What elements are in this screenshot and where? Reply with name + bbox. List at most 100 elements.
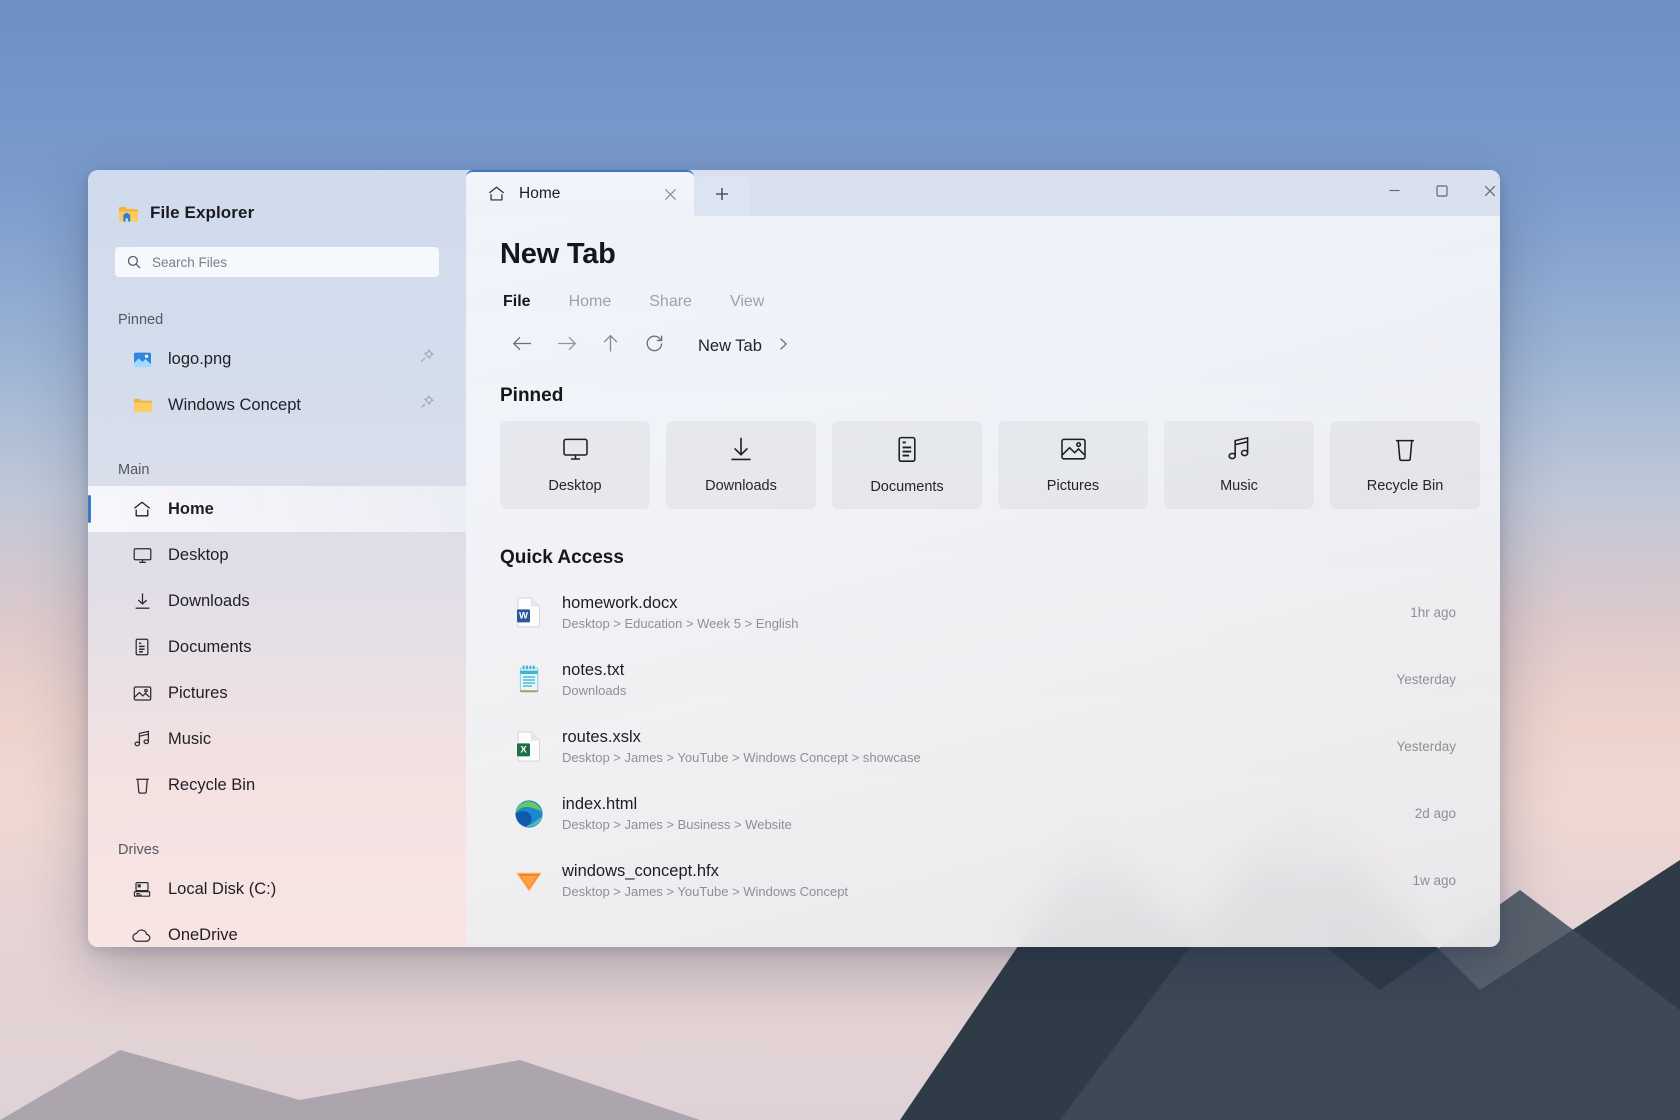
close-icon[interactable] xyxy=(663,187,678,202)
file-path: Desktop > James > Business > Website xyxy=(562,817,792,832)
file-time: Yesterday xyxy=(1396,739,1456,754)
sidebar-section-drives: Drives Local Disk (C:) OneDrive xyxy=(88,842,466,947)
tile-recycle-bin[interactable]: Recycle Bin xyxy=(1330,421,1480,509)
svg-text:W: W xyxy=(519,611,528,622)
sidebar-item-label: Downloads xyxy=(168,591,250,610)
excel-file-icon: X xyxy=(514,730,544,764)
sidebar-item-label: Local Disk (C:) xyxy=(168,879,277,898)
ribbon-tab-share[interactable]: Share xyxy=(649,293,692,311)
sidebar-section-label: Drives xyxy=(118,842,160,858)
tab-home[interactable]: Home xyxy=(466,170,694,216)
file-name: index.html xyxy=(562,795,638,813)
tab-strip: Home xyxy=(466,170,1500,216)
tile-label: Pictures xyxy=(1046,477,1100,494)
sidebar-item-windows-concept[interactable]: Windows Concept xyxy=(88,382,466,428)
sidebar-item-home[interactable]: Home xyxy=(88,486,466,532)
sidebar-item-label: Recycle Bin xyxy=(168,775,256,794)
file-name: windows_concept.hfx xyxy=(562,862,719,880)
home-icon xyxy=(488,186,505,202)
list-item[interactable]: notes.txt Downloads Yesterday xyxy=(500,646,1480,713)
sidebar-item-downloads[interactable]: Downloads xyxy=(88,578,466,624)
list-item[interactable]: W homework.docx Desktop > Education > We… xyxy=(500,579,1480,646)
word-file-icon: W xyxy=(514,596,544,630)
list-item[interactable]: windows_concept.hfx Desktop > James > Yo… xyxy=(500,847,1480,914)
list-item[interactable]: X routes.xslx Desktop > James > YouTube … xyxy=(500,713,1480,780)
maximize-icon xyxy=(1435,184,1449,203)
ribbon-menu: File Home Share View xyxy=(500,293,1480,311)
tile-label: Documents xyxy=(870,478,944,495)
forward-button[interactable] xyxy=(544,326,588,366)
trash-icon xyxy=(1393,436,1417,467)
file-time: Yesterday xyxy=(1396,672,1456,687)
trash-icon xyxy=(132,776,152,794)
list-item[interactable]: index.html Desktop > James > Business > … xyxy=(500,780,1480,847)
window-controls xyxy=(1370,170,1500,216)
list-item-text: homework.docx Desktop > Education > Week… xyxy=(562,594,1392,631)
list-item-text: windows_concept.hfx Desktop > James > Yo… xyxy=(562,862,1394,899)
document-icon xyxy=(896,436,918,468)
back-button[interactable] xyxy=(500,326,544,366)
file-time: 2d ago xyxy=(1414,806,1456,821)
sidebar-item-local-disk[interactable]: Local Disk (C:) xyxy=(88,866,466,912)
document-icon xyxy=(132,638,152,656)
file-time: 1hr ago xyxy=(1410,605,1456,620)
chevron-right-icon[interactable] xyxy=(778,337,789,356)
pinned-tiles: Desktop Downloads Documents Pictures Mus… xyxy=(500,421,1480,509)
sidebar-item-desktop[interactable]: Desktop xyxy=(88,532,466,578)
app-title-row: File Explorer xyxy=(88,184,466,230)
sidebar-section-label: Pinned xyxy=(118,312,164,328)
content-pane: Home New Tab File Home Share View New Ta… xyxy=(466,170,1500,947)
ribbon-tab-home[interactable]: Home xyxy=(569,293,612,311)
sidebar-section-pinned: Pinned logo.png Windows Concept xyxy=(88,312,466,428)
search-input[interactable]: Search Files xyxy=(114,246,440,278)
file-name: routes.xslx xyxy=(562,728,641,746)
list-item-text: routes.xslx Desktop > James > YouTube > … xyxy=(562,728,1378,765)
tile-downloads[interactable]: Downloads xyxy=(666,421,816,509)
sidebar-item-pictures[interactable]: Pictures xyxy=(88,670,466,716)
new-tab-button[interactable] xyxy=(694,176,750,216)
sidebar-item-label: Windows Concept xyxy=(168,395,301,414)
ribbon-tab-file[interactable]: File xyxy=(503,293,531,311)
tile-desktop[interactable]: Desktop xyxy=(500,421,650,509)
notepad-file-icon xyxy=(514,663,544,697)
tile-label: Downloads xyxy=(705,478,777,494)
svg-text:X: X xyxy=(520,745,527,756)
refresh-button[interactable] xyxy=(632,326,676,366)
pin-icon[interactable] xyxy=(420,395,434,415)
search-icon xyxy=(126,255,141,269)
sidebar-section-label: Main xyxy=(118,462,150,478)
sidebar-item-documents[interactable]: Documents xyxy=(88,624,466,670)
sidebar-item-label: OneDrive xyxy=(168,925,238,944)
folder-home-icon xyxy=(118,204,138,223)
ribbon-tab-view[interactable]: View xyxy=(730,293,764,311)
tile-label: Recycle Bin xyxy=(1366,478,1444,494)
minimize-icon xyxy=(1388,184,1401,202)
file-path: Desktop > James > YouTube > Windows Conc… xyxy=(562,750,921,765)
sidebar-item-onedrive[interactable]: OneDrive xyxy=(88,912,466,947)
breadcrumb-item[interactable]: New Tab xyxy=(698,337,762,356)
pin-icon[interactable] xyxy=(420,349,434,369)
tile-documents[interactable]: Documents xyxy=(832,421,982,509)
quick-access-list: W homework.docx Desktop > Education > We… xyxy=(500,579,1480,914)
tile-music[interactable]: Music xyxy=(1164,421,1314,509)
file-path: Desktop > James > YouTube > Windows Conc… xyxy=(562,884,849,899)
minimize-button[interactable] xyxy=(1370,170,1418,216)
search-placeholder: Search Files xyxy=(152,254,228,270)
up-button[interactable] xyxy=(588,326,632,366)
file-path: Desktop > Education > Week 5 > English xyxy=(562,616,799,631)
edge-file-icon xyxy=(514,797,544,831)
sidebar-item-logo-png[interactable]: logo.png xyxy=(88,336,466,382)
monitor-icon xyxy=(132,547,152,564)
navigation-toolbar: New Tab xyxy=(500,325,1480,367)
close-button[interactable] xyxy=(1466,170,1500,216)
home-icon xyxy=(132,501,152,518)
pinned-heading: Pinned xyxy=(500,385,564,406)
sidebar-item-recycle-bin[interactable]: Recycle Bin xyxy=(88,762,466,808)
refresh-icon xyxy=(645,334,664,358)
maximize-button[interactable] xyxy=(1418,170,1466,216)
tile-pictures[interactable]: Pictures xyxy=(998,421,1148,509)
sidebar-item-music[interactable]: Music xyxy=(88,716,466,762)
file-name: homework.docx xyxy=(562,594,678,612)
cloud-icon xyxy=(132,928,152,943)
image-file-icon xyxy=(132,351,152,368)
